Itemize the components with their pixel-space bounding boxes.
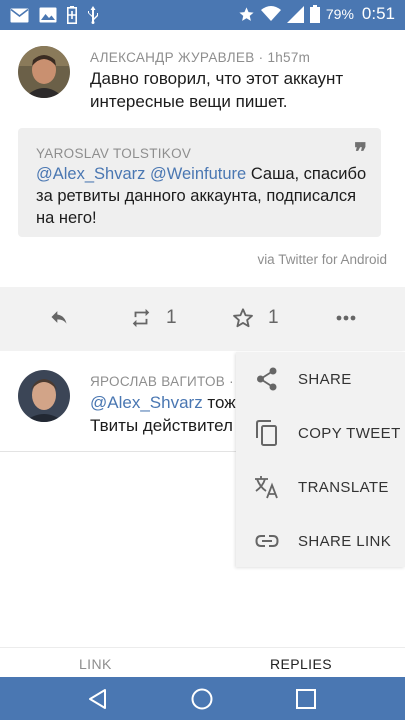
menu-item-label: SHARE: [298, 370, 352, 388]
retweet-button[interactable]: 1: [130, 307, 177, 329]
favorite-button[interactable]: 1: [232, 307, 279, 329]
signal-icon: [286, 5, 304, 23]
star-icon: [238, 6, 255, 23]
reply-button[interactable]: [48, 307, 70, 327]
retweet-count: 1: [166, 307, 177, 328]
mail-icon: [10, 8, 29, 23]
link-icon: [254, 528, 280, 554]
star-outline-icon: [233, 308, 253, 328]
translate-icon: [254, 474, 280, 500]
menu-item-label: TRANSLATE: [298, 478, 389, 496]
battery-icon: [309, 5, 320, 23]
clock: 0:51: [361, 4, 395, 23]
quote-author: YAROSLAV TOLSTIKOV: [36, 146, 192, 161]
menu-item-copy-tweet[interactable]: COPY TWEET: [236, 406, 405, 460]
tweet-author[interactable]: АЛЕКСАНДР ЖУРАВЛЕВ · 1h57m: [90, 50, 310, 65]
tab-replies[interactable]: REPLIES: [270, 656, 332, 672]
more-horizontal-icon: [336, 315, 356, 321]
battery-percent: 79%: [325, 6, 354, 22]
image-icon: [39, 7, 57, 23]
share-icon: [254, 366, 280, 392]
reply-text: @Alex_Shvarz тоже Твиты действител: [90, 391, 240, 437]
menu-item-label: COPY TWEET: [298, 424, 401, 442]
quoted-tweet[interactable]: YAROSLAV TOLSTIKOV ❞ @Alex_Shvarz @Weinf…: [18, 128, 381, 237]
quote-icon: ❞: [354, 137, 367, 166]
tweet-actions: 1 1: [0, 287, 405, 351]
bottom-tabs: LINK REPLIES: [0, 647, 405, 677]
reply-icon: [51, 311, 67, 324]
menu-item-share-link[interactable]: SHARE LINK: [236, 514, 405, 568]
wifi-icon: [260, 6, 281, 22]
overflow-menu: SHARE COPY TWEET TRANSLATE SHARE LINK: [236, 352, 405, 567]
mention-link[interactable]: @Alex_Shvarz: [36, 165, 145, 183]
back-icon[interactable]: [86, 687, 110, 711]
favorite-count: 1: [268, 307, 279, 328]
reply-text-part: тоже: [207, 393, 240, 412]
avatar[interactable]: [18, 370, 70, 422]
menu-item-share[interactable]: SHARE: [236, 352, 405, 406]
copy-icon: [254, 420, 280, 446]
recents-icon[interactable]: [294, 687, 318, 711]
reply-text-line2: Твиты действител: [90, 416, 233, 435]
mention-link[interactable]: @Weinfuture: [150, 165, 246, 183]
menu-item-translate[interactable]: TRANSLATE: [236, 460, 405, 514]
reply-author[interactable]: ЯРОСЛАВ ВАГИТОВ · 1: [90, 374, 246, 389]
avatar[interactable]: [18, 46, 70, 98]
usb-icon: [87, 6, 99, 24]
via-source: via Twitter for Android: [257, 252, 387, 267]
retweet-icon: [132, 308, 150, 328]
status-bar: 79% 0:51: [0, 0, 405, 30]
quote-text: @Alex_Shvarz @Weinfuture Саша, спасибо з…: [36, 163, 371, 229]
navigation-bar: [0, 677, 405, 720]
menu-item-label: SHARE LINK: [298, 532, 392, 550]
battery-saver-icon: [67, 6, 77, 24]
home-icon[interactable]: [190, 687, 214, 711]
tweet-text: Давно говорил, что этот аккаунт интересн…: [90, 69, 344, 111]
tab-link[interactable]: LINK: [79, 656, 112, 672]
mention-link[interactable]: @Alex_Shvarz: [90, 393, 203, 412]
more-options-button[interactable]: [336, 315, 356, 321]
